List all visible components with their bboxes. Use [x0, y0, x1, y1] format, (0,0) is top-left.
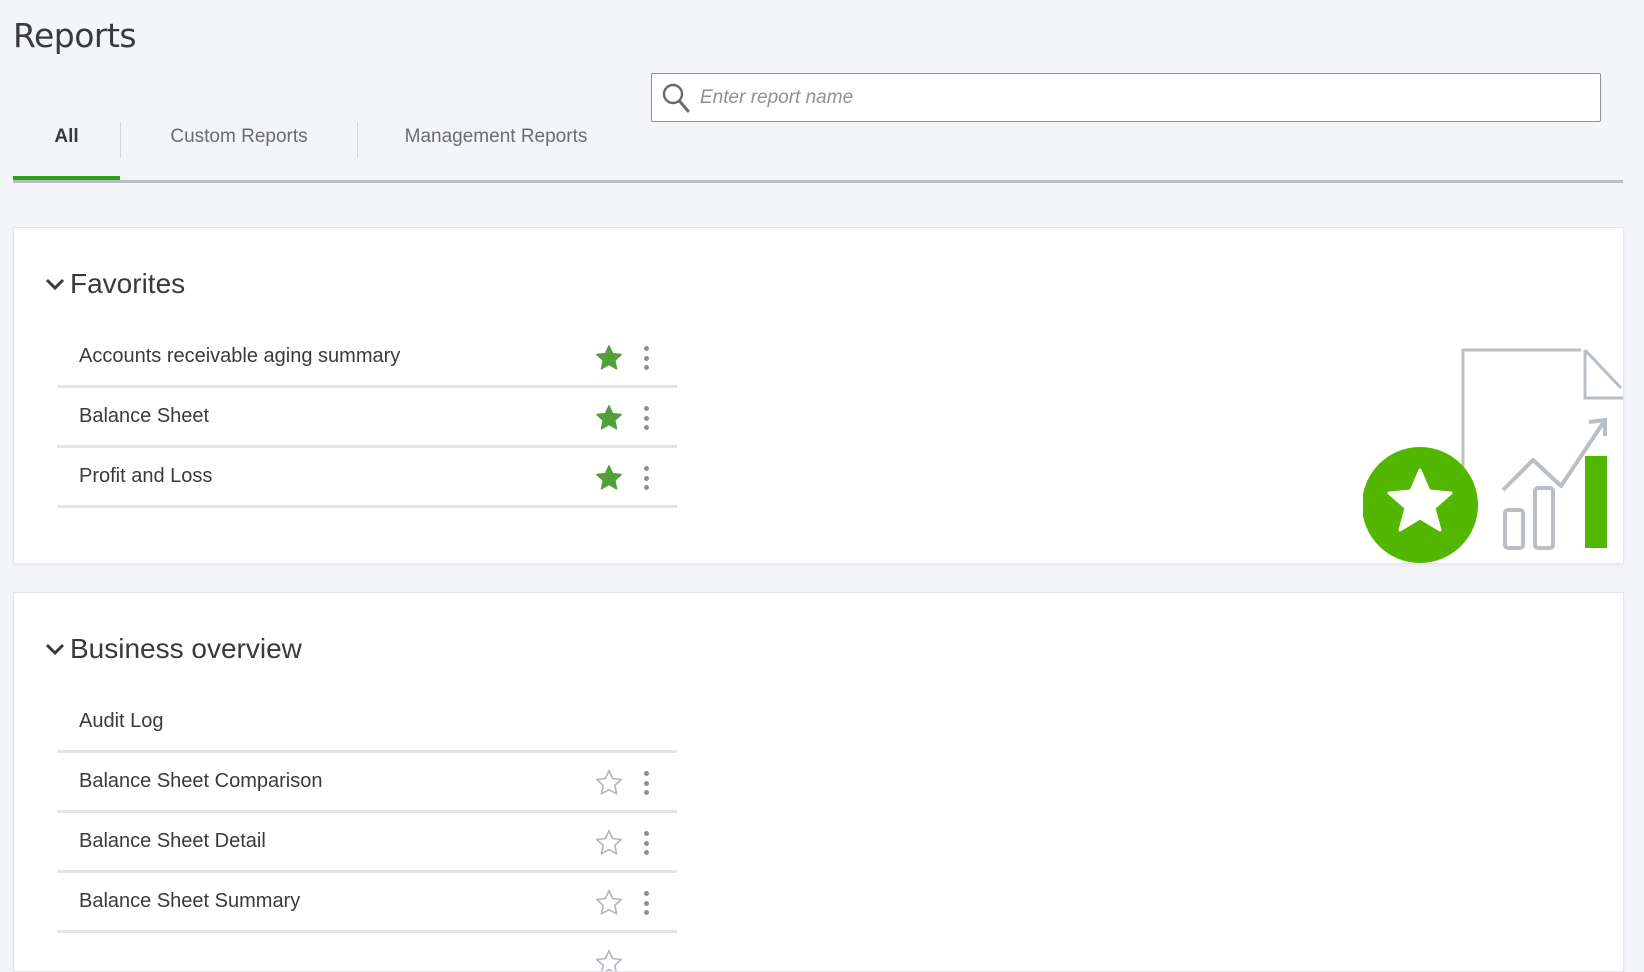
more-options-icon[interactable]: [637, 889, 655, 917]
favorites-list: Accounts receivable aging summary Balanc…: [57, 328, 677, 508]
report-row[interactable]: [57, 933, 677, 972]
report-row[interactable]: Balance Sheet Detail: [57, 813, 677, 873]
report-tabs: All Custom Reports Management Reports: [13, 112, 634, 182]
chevron-down-icon: [45, 643, 65, 656]
more-options-icon[interactable]: [637, 829, 655, 857]
section-title: Business overview: [70, 633, 302, 664]
report-link[interactable]: Audit Log: [79, 710, 677, 733]
report-row[interactable]: Profit and Loss: [57, 448, 677, 508]
star-outline-icon[interactable]: [595, 949, 623, 972]
business-overview-section: Business overview Audit Log Balance Shee…: [13, 592, 1624, 972]
page-title: Reports: [13, 16, 137, 55]
star-filled-icon[interactable]: [595, 344, 623, 372]
star-outline-icon[interactable]: [595, 769, 623, 797]
more-options-icon[interactable]: [637, 404, 655, 432]
favorites-illustration: [1363, 348, 1623, 563]
business-overview-header[interactable]: Business overview: [44, 633, 302, 665]
tab-custom-reports[interactable]: Custom Reports: [121, 112, 357, 182]
report-row[interactable]: Balance Sheet Summary: [57, 873, 677, 933]
report-row[interactable]: Audit Log: [57, 693, 677, 753]
star-filled-icon[interactable]: [595, 404, 623, 432]
search-box: [651, 73, 1601, 122]
report-row[interactable]: Balance Sheet Comparison: [57, 753, 677, 813]
section-title: Favorites: [70, 268, 186, 299]
report-link[interactable]: Balance Sheet Summary: [79, 890, 677, 913]
chevron-down-icon: [45, 278, 65, 291]
favorites-section: Favorites Accounts receivable aging summ…: [13, 227, 1624, 564]
more-options-icon[interactable]: [637, 344, 655, 372]
report-link[interactable]: Balance Sheet Detail: [79, 830, 677, 853]
tab-all[interactable]: All: [13, 112, 120, 182]
favorites-header[interactable]: Favorites: [44, 268, 185, 300]
report-row[interactable]: Balance Sheet: [57, 388, 677, 448]
report-link[interactable]: Balance Sheet Comparison: [79, 770, 677, 793]
report-link[interactable]: Accounts receivable aging summary: [79, 345, 677, 368]
search-input[interactable]: [700, 74, 1600, 121]
business-overview-list: Audit Log Balance Sheet Comparison Balan…: [57, 693, 677, 972]
report-link[interactable]: Profit and Loss: [79, 465, 677, 488]
star-filled-icon[interactable]: [595, 464, 623, 492]
tabs-underline: [13, 180, 1623, 183]
more-options-icon[interactable]: [637, 464, 655, 492]
search-icon: [652, 74, 700, 122]
star-outline-icon[interactable]: [595, 829, 623, 857]
report-link[interactable]: Balance Sheet: [79, 405, 677, 428]
star-outline-icon[interactable]: [595, 889, 623, 917]
tab-management-reports[interactable]: Management Reports: [358, 112, 634, 182]
report-row[interactable]: Accounts receivable aging summary: [57, 328, 677, 388]
more-options-icon[interactable]: [637, 769, 655, 797]
